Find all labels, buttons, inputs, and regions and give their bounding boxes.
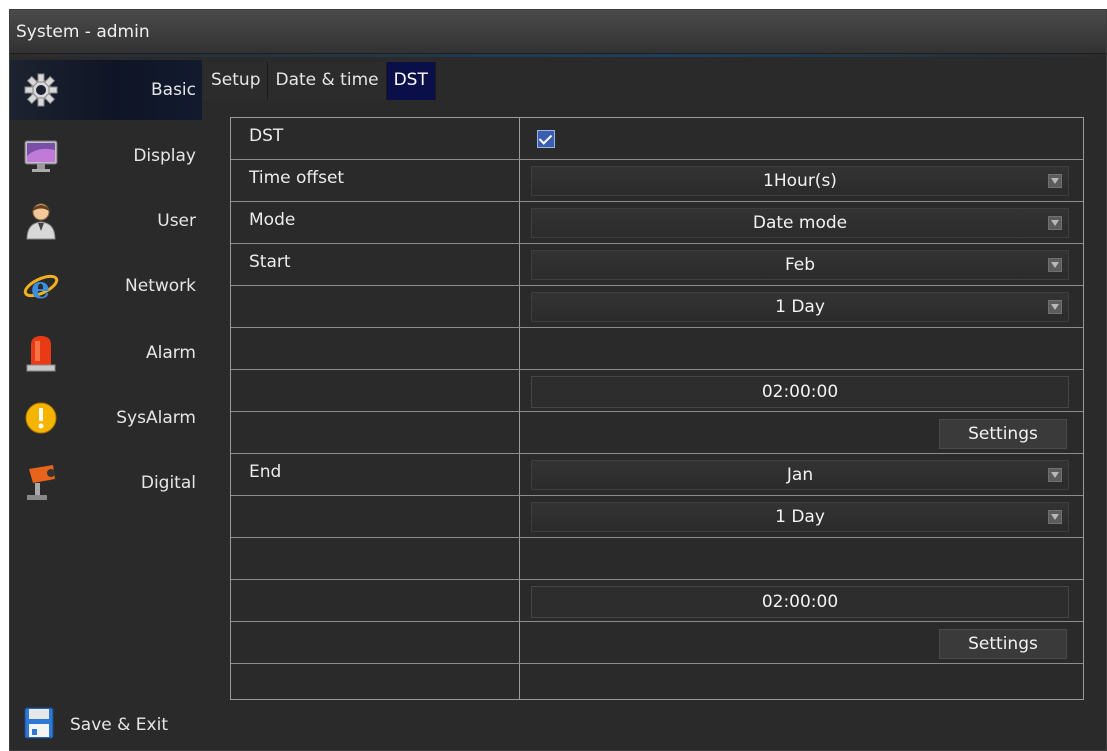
start-month-select[interactable]: Feb <box>531 250 1069 280</box>
start-label: Start <box>249 252 291 272</box>
end-time-input[interactable]: 02:00:00 <box>531 586 1069 618</box>
sidebar-item-display[interactable]: Display <box>10 125 202 187</box>
start-month-row: Start Feb <box>231 244 1083 286</box>
dst-label: DST <box>249 126 284 146</box>
start-month-value: Feb <box>784 255 816 275</box>
tab-bar: Setup Date & time DST <box>204 62 436 100</box>
warning-icon <box>22 396 60 440</box>
mode-value: Date mode <box>752 213 848 233</box>
sidebar-item-digital[interactable]: Digital <box>10 452 202 514</box>
end-month-value: Jan <box>786 465 814 485</box>
dst-row: DST <box>231 118 1083 160</box>
sidebar-item-basic[interactable]: Basic <box>10 60 202 120</box>
end-settings-button[interactable]: Settings <box>939 629 1067 659</box>
camera-icon <box>22 461 60 505</box>
window-title: System - admin <box>10 10 1106 54</box>
end-time-row: 02:00:00 <box>231 580 1083 622</box>
sidebar-item-sysalarm[interactable]: SysAlarm <box>10 387 202 449</box>
empty-row <box>231 664 1083 706</box>
empty-row <box>231 538 1083 580</box>
mode-row: Mode Date mode <box>231 202 1083 244</box>
end-settings-row: Settings <box>231 622 1083 664</box>
end-month-select[interactable]: Jan <box>531 460 1069 490</box>
alarm-light-icon <box>22 331 60 375</box>
empty-row <box>231 328 1083 370</box>
dropdown-arrow-icon <box>1048 510 1062 524</box>
start-day-value: 1 Day <box>775 297 825 317</box>
end-day-row: 1 Day <box>231 496 1083 538</box>
start-settings-button[interactable]: Settings <box>939 419 1067 449</box>
user-icon <box>22 199 60 243</box>
sidebar: Basic Display User e Network Alarm SysAl… <box>10 60 202 750</box>
mode-select[interactable]: Date mode <box>531 208 1069 238</box>
sidebar-item-network[interactable]: e Network <box>10 255 202 317</box>
dropdown-arrow-icon <box>1048 468 1062 482</box>
sidebar-item-label: Basic <box>150 80 196 100</box>
sidebar-item-label: Alarm <box>145 343 196 363</box>
dropdown-arrow-icon <box>1048 300 1062 314</box>
end-day-select[interactable]: 1 Day <box>531 502 1069 532</box>
time-offset-label: Time offset <box>249 168 345 188</box>
sidebar-item-label: Display <box>133 146 196 166</box>
save-exit-button[interactable]: Save & Exit <box>10 700 210 750</box>
save-exit-label: Save & Exit <box>70 715 168 735</box>
gear-icon <box>22 68 60 112</box>
sidebar-item-label: SysAlarm <box>116 408 196 428</box>
network-icon: e <box>22 264 60 308</box>
sidebar-item-label: Digital <box>140 473 196 493</box>
time-offset-row: Time offset 1Hour(s) <box>231 160 1083 202</box>
sidebar-item-user[interactable]: User <box>10 190 202 252</box>
mode-label: Mode <box>249 210 296 230</box>
system-window: System - admin Basic Display User e Netw… <box>9 9 1107 751</box>
time-offset-select[interactable]: 1Hour(s) <box>531 166 1069 196</box>
dst-settings-table: DST Time offset 1Hour(s) Mode Date mode … <box>230 117 1084 700</box>
tab-setup[interactable]: Setup <box>204 62 269 100</box>
time-offset-value: 1Hour(s) <box>763 171 837 191</box>
start-day-row: 1 Day <box>231 286 1083 328</box>
end-day-value: 1 Day <box>775 507 825 527</box>
monitor-icon <box>22 134 60 178</box>
tab-dst[interactable]: DST <box>386 62 436 100</box>
title-divider <box>10 54 1106 57</box>
svg-text:e: e <box>31 271 50 304</box>
sidebar-item-alarm[interactable]: Alarm <box>10 322 202 384</box>
dst-checkbox[interactable] <box>537 130 555 148</box>
floppy-disk-icon <box>24 707 54 743</box>
dropdown-arrow-icon <box>1048 258 1062 272</box>
start-settings-row: Settings <box>231 412 1083 454</box>
tab-date-time[interactable]: Date & time <box>268 62 387 100</box>
start-time-input[interactable]: 02:00:00 <box>531 376 1069 408</box>
dropdown-arrow-icon <box>1048 174 1062 188</box>
start-day-select[interactable]: 1 Day <box>531 292 1069 322</box>
start-time-row: 02:00:00 <box>231 370 1083 412</box>
sidebar-item-label: User <box>157 211 196 231</box>
dropdown-arrow-icon <box>1048 216 1062 230</box>
sidebar-item-label: Network <box>125 276 196 296</box>
end-month-row: End Jan <box>231 454 1083 496</box>
end-label: End <box>249 462 282 482</box>
